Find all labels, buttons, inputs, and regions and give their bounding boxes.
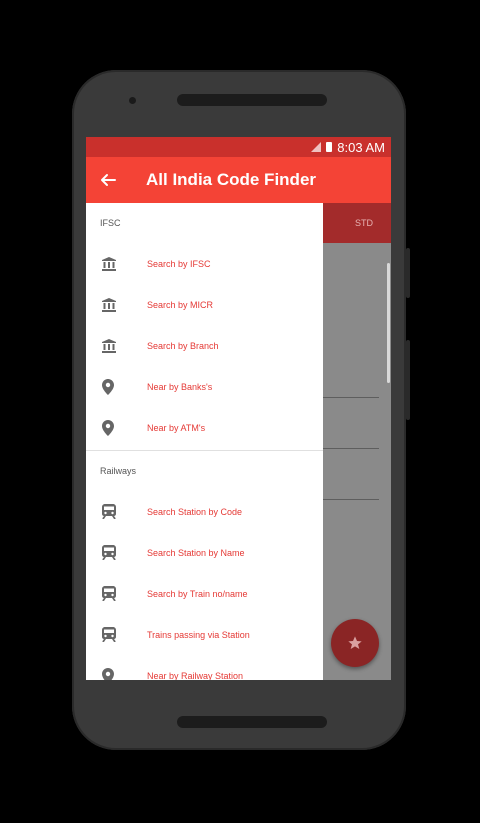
drawer-item-label: Search by IFSC: [147, 258, 211, 269]
navigation-drawer: IFSC Search by IFSC Search by MICR Searc…: [86, 203, 323, 680]
drawer-item-station-by-name[interactable]: Search Station by Name: [86, 532, 323, 573]
drawer-item-nearby-atms[interactable]: Near by ATM's: [86, 407, 323, 448]
drawer-item-station-by-code[interactable]: Search Station by Code: [86, 491, 323, 532]
stage: 8:03 AM All India Code Finder STD IFSC S…: [0, 0, 480, 823]
train-icon: [102, 586, 116, 601]
status-time: 8:03 AM: [337, 139, 385, 155]
drawer-item-nearby-railway-station[interactable]: Near by Railway Station: [86, 655, 323, 680]
train-icon: [102, 504, 116, 519]
drawer-item-label: Trains passing via Station: [147, 629, 250, 640]
status-bar: 8:03 AM: [86, 137, 391, 157]
drawer-item-search-micr[interactable]: Search by MICR: [86, 284, 323, 325]
background-content: STD: [323, 203, 391, 680]
screen: 8:03 AM All India Code Finder STD IFSC S…: [86, 137, 391, 680]
power-button: [406, 340, 410, 420]
location-pin-icon: [102, 378, 114, 395]
drawer-item-label: Search Station by Name: [147, 547, 245, 558]
signal-icon: [311, 142, 322, 152]
tab-std[interactable]: STD: [323, 203, 391, 243]
tab-std-label: STD: [355, 218, 373, 228]
scroll-indicator: [387, 263, 390, 383]
drawer-item-label: Search by Branch: [147, 340, 219, 351]
drawer-item-label: Near by Banks's: [147, 381, 213, 392]
bank-icon: [102, 338, 116, 353]
drawer-item-search-ifsc[interactable]: Search by IFSC: [86, 243, 323, 284]
drawer-item-train-no-name[interactable]: Search by Train no/name: [86, 573, 323, 614]
bottom-speaker: [177, 716, 327, 728]
drawer-item-label: Search Station by Code: [147, 506, 243, 517]
top-speaker: [177, 94, 327, 106]
star-icon: [348, 636, 362, 649]
drawer-item-nearby-banks[interactable]: Near by Banks's: [86, 366, 323, 407]
section-label: Railways: [100, 466, 137, 476]
drawer-item-search-branch[interactable]: Search by Branch: [86, 325, 323, 366]
bank-icon: [102, 297, 116, 312]
app-title: All India Code Finder: [146, 170, 317, 189]
list-divider: [323, 397, 379, 398]
drawer-item-trains-via-station[interactable]: Trains passing via Station: [86, 614, 323, 655]
front-camera: [129, 97, 136, 104]
list-divider: [323, 499, 379, 500]
drawer-item-label: Near by Railway Station: [147, 670, 244, 681]
back-button[interactable]: [86, 157, 130, 203]
arrow-back-icon: [101, 174, 116, 186]
drawer-item-label: Near by ATM's: [147, 422, 206, 433]
section-label: IFSC: [100, 218, 121, 228]
train-icon: [102, 545, 116, 560]
section-header-ifsc: IFSC: [86, 203, 323, 243]
battery-icon: [326, 142, 333, 152]
train-icon: [102, 627, 116, 642]
app-bar: All India Code Finder: [86, 157, 391, 203]
bank-icon: [102, 256, 116, 271]
section-header-railways: Railways: [86, 451, 323, 491]
location-pin-icon: [102, 419, 114, 436]
list-divider: [323, 448, 379, 449]
drawer-item-label: Search by Train no/name: [147, 588, 248, 599]
drawer-item-label: Search by MICR: [147, 299, 214, 310]
favorite-fab-button[interactable]: [331, 619, 379, 667]
volume-button: [406, 248, 410, 298]
location-pin-icon: [102, 667, 114, 680]
